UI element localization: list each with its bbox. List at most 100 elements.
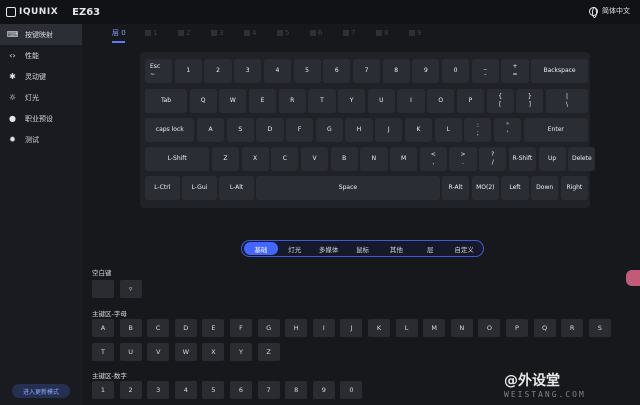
keycode-letters-16[interactable]: Q bbox=[533, 319, 556, 337]
layer-tab-4[interactable]: 4 bbox=[244, 26, 277, 40]
keycode-letters-4[interactable]: E bbox=[202, 319, 225, 337]
sidebar-item-0[interactable]: ⌨ 按键映射 bbox=[0, 24, 82, 45]
key-1-12[interactable]: }] bbox=[516, 89, 544, 113]
layer-tab-1[interactable]: 1 bbox=[145, 26, 178, 40]
sidebar-item-4[interactable]: ● 职业预设 bbox=[0, 108, 82, 129]
key-3-10[interactable]: ? / bbox=[479, 147, 507, 171]
key-4-5[interactable]: MO(2) bbox=[471, 176, 499, 200]
key-4-0[interactable]: L-Ctrl bbox=[145, 176, 180, 200]
key-3-1[interactable]: Z bbox=[211, 147, 239, 171]
key-1-11[interactable]: {[ bbox=[486, 89, 514, 113]
key-2-6[interactable]: H bbox=[345, 118, 373, 142]
key-2-1[interactable]: A bbox=[196, 118, 225, 142]
keycode-letters-12[interactable]: M bbox=[423, 319, 446, 337]
keycode-letters-25[interactable]: Z bbox=[257, 343, 280, 361]
key-1-2[interactable]: W bbox=[219, 89, 247, 113]
key-1-13[interactable]: | \ bbox=[545, 89, 588, 113]
key-4-1[interactable]: L-Gui bbox=[182, 176, 217, 200]
key-3-5[interactable]: B bbox=[330, 147, 358, 171]
key-0-0[interactable]: Esc ~ bbox=[145, 59, 173, 83]
category-tab-3[interactable]: 鼠标 bbox=[346, 242, 380, 255]
layer-tab-8[interactable]: 8 bbox=[376, 26, 409, 40]
keycode-numbers-0[interactable]: 1 bbox=[92, 381, 114, 399]
key-0-9[interactable]: 9 bbox=[412, 59, 440, 83]
keycode-letters-10[interactable]: K bbox=[368, 319, 390, 337]
layer-tab-2[interactable]: 2 bbox=[178, 26, 211, 40]
key-1-7[interactable]: U bbox=[367, 89, 395, 113]
key-4-7[interactable]: Down bbox=[531, 176, 559, 200]
sidebar-item-2[interactable]: ✱ 灵动键 bbox=[0, 66, 82, 87]
key-0-13[interactable]: Backspace bbox=[531, 59, 588, 83]
keycode-letters-22[interactable]: W bbox=[174, 343, 197, 361]
keycode-letters-23[interactable]: X bbox=[202, 343, 225, 361]
key-2-9[interactable]: L bbox=[434, 118, 462, 142]
key-3-4[interactable]: V bbox=[300, 147, 329, 171]
keycode-letters-19[interactable]: T bbox=[92, 343, 114, 361]
keycode-letters-13[interactable]: N bbox=[450, 319, 473, 337]
keycode-letters-6[interactable]: G bbox=[257, 319, 280, 337]
key-4-3[interactable]: Space bbox=[256, 176, 440, 200]
category-tab-6[interactable]: 自定义 bbox=[447, 242, 481, 255]
key-1-9[interactable]: O bbox=[427, 89, 455, 113]
key-1-3[interactable]: E bbox=[248, 89, 277, 113]
keycode-letters-17[interactable]: R bbox=[561, 319, 584, 337]
layer-tab-7[interactable]: 7 bbox=[343, 26, 376, 40]
keycode-letters-14[interactable]: O bbox=[478, 319, 501, 337]
keycode-numbers-1[interactable]: 2 bbox=[119, 381, 142, 399]
key-3-2[interactable]: X bbox=[241, 147, 269, 171]
category-tab-1[interactable]: 灯光 bbox=[278, 242, 312, 255]
key-2-3[interactable]: D bbox=[256, 118, 284, 142]
key-0-3[interactable]: 3 bbox=[234, 59, 262, 83]
key-3-3[interactable]: C bbox=[271, 147, 299, 171]
layer-tab-5[interactable]: 5 bbox=[277, 26, 310, 40]
keycode-letters-8[interactable]: I bbox=[312, 319, 335, 337]
key-0-5[interactable]: 5 bbox=[293, 59, 321, 83]
key-0-11[interactable]: _ - bbox=[471, 59, 499, 83]
update-mode-button[interactable]: 进入更新模式 bbox=[12, 384, 70, 398]
key-3-0[interactable]: L-Shift bbox=[145, 147, 210, 171]
key-2-0[interactable]: caps lock bbox=[145, 118, 195, 142]
sidebar-item-3[interactable]: ☼ 灯光 bbox=[0, 87, 82, 108]
key-2-8[interactable]: K bbox=[404, 118, 433, 142]
category-tab-5[interactable]: 层 bbox=[413, 242, 447, 255]
keycode-numbers-7[interactable]: 8 bbox=[285, 381, 308, 399]
key-3-8[interactable]: <, bbox=[419, 147, 447, 171]
key-4-8[interactable]: Right bbox=[560, 176, 588, 200]
key-4-6[interactable]: Left bbox=[501, 176, 529, 200]
keycode-letters-18[interactable]: S bbox=[588, 319, 611, 337]
key-0-2[interactable]: 2 bbox=[204, 59, 232, 83]
key-3-7[interactable]: M bbox=[390, 147, 418, 171]
key-3-12[interactable]: Up bbox=[538, 147, 566, 171]
keycode-numbers-4[interactable]: 5 bbox=[202, 381, 225, 399]
key-1-6[interactable]: Y bbox=[338, 89, 366, 113]
key-2-12[interactable]: Enter bbox=[523, 118, 588, 142]
key-1-1[interactable]: Q bbox=[189, 89, 217, 113]
key-2-4[interactable]: F bbox=[286, 118, 314, 142]
keycode-numbers-3[interactable]: 4 bbox=[174, 381, 197, 399]
key-2-7[interactable]: J bbox=[375, 118, 403, 142]
category-tab-2[interactable]: 多媒体 bbox=[312, 242, 346, 255]
keycode-numbers-8[interactable]: 9 bbox=[312, 381, 335, 399]
language-selector[interactable]: 简体中文 bbox=[589, 6, 630, 18]
sidebar-item-5[interactable]: ✹ 测试 bbox=[0, 129, 82, 150]
keycode-numbers-9[interactable]: 0 bbox=[340, 381, 363, 399]
key-2-2[interactable]: S bbox=[226, 118, 254, 142]
layer-tab-9[interactable]: 9 bbox=[409, 26, 442, 40]
keycode-letters-15[interactable]: P bbox=[506, 319, 528, 337]
layer-tab-3[interactable]: 3 bbox=[211, 26, 244, 40]
keycode-letters-7[interactable]: H bbox=[285, 319, 308, 337]
keycode-letters-5[interactable]: F bbox=[230, 319, 252, 337]
keycode-numbers-6[interactable]: 7 bbox=[257, 381, 280, 399]
key-0-12[interactable]: + = bbox=[501, 59, 529, 83]
keycode-letters-11[interactable]: L bbox=[395, 319, 418, 337]
key-0-7[interactable]: 7 bbox=[352, 59, 381, 83]
floating-side-tab[interactable] bbox=[626, 270, 640, 286]
keycode-letters-3[interactable]: D bbox=[174, 319, 197, 337]
key-1-5[interactable]: T bbox=[308, 89, 336, 113]
keycode-letters-0[interactable]: A bbox=[92, 319, 114, 337]
key-2-10[interactable]: :; bbox=[464, 118, 492, 142]
key-3-11[interactable]: R-Shift bbox=[508, 147, 536, 171]
key-2-11[interactable]: " ' bbox=[493, 118, 522, 142]
sidebar-item-1[interactable]: ‹› 性能 bbox=[0, 45, 82, 66]
key-1-8[interactable]: I bbox=[397, 89, 425, 113]
